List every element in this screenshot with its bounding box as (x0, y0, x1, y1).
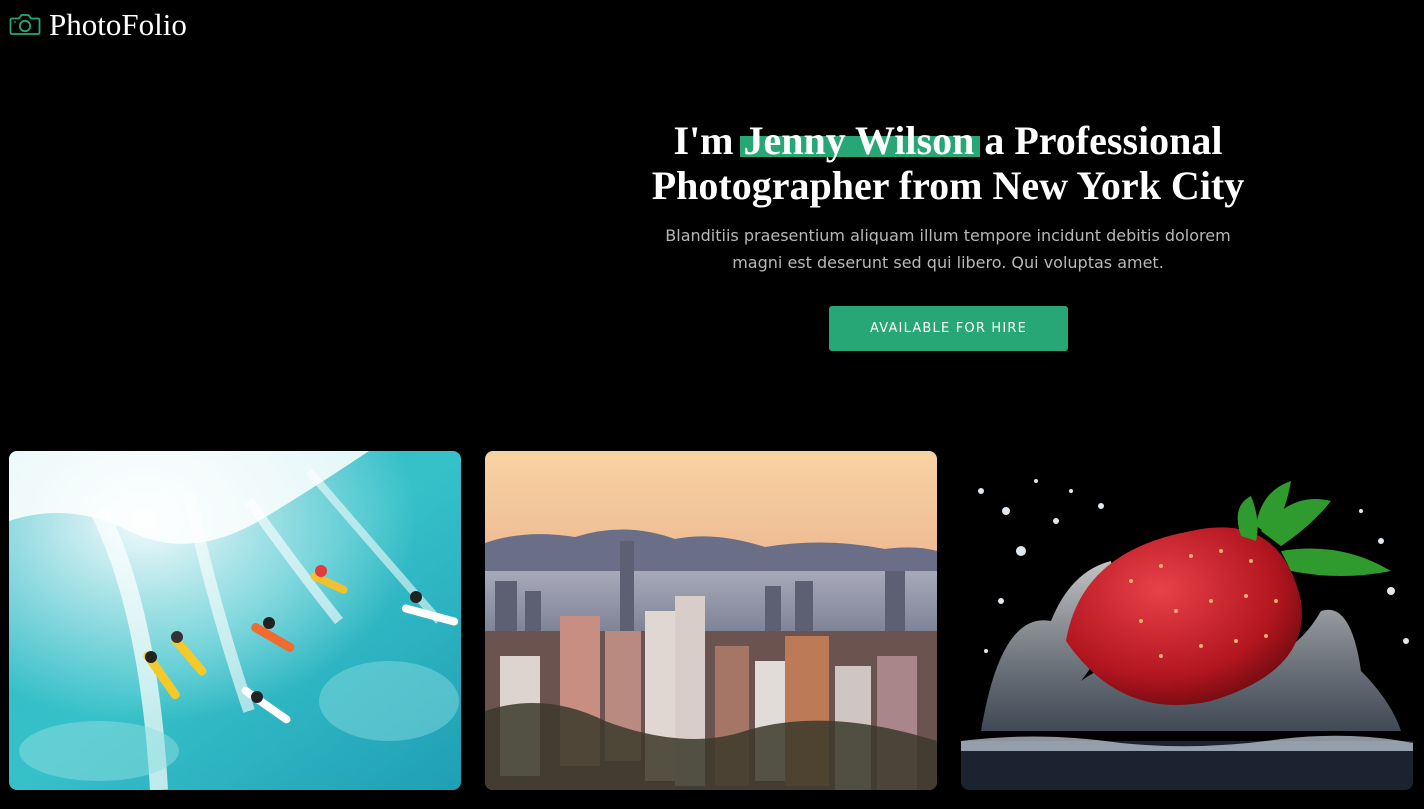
hero-section: I'm Jenny Wilson a Professional Photogra… (624, 118, 1272, 276)
hero-title-name: Jenny Wilson (739, 118, 981, 163)
gallery-item-surfers[interactable] (9, 451, 461, 790)
brand-name: PhotoFolio (49, 7, 187, 42)
camera-icon (9, 12, 41, 36)
strawberry-image (961, 451, 1413, 790)
gallery-item-city-skyline[interactable] (485, 451, 937, 790)
hero-subtitle: Blanditiis praesentium aliquam illum tem… (665, 226, 1231, 272)
city-skyline-image (485, 451, 937, 790)
hero-title-prefix: I'm (673, 118, 744, 163)
logo-link[interactable]: PhotoFolio (9, 7, 187, 42)
gallery-item-strawberry[interactable] (961, 451, 1413, 790)
page: PhotoFolio I'm Jenny Wilson a Profession… (0, 0, 1424, 809)
hero-title: I'm Jenny Wilson a Professional Photogra… (624, 118, 1272, 208)
available-for-hire-button[interactable]: AVAILABLE FOR HIRE (829, 306, 1068, 351)
surfers-image (9, 451, 461, 790)
